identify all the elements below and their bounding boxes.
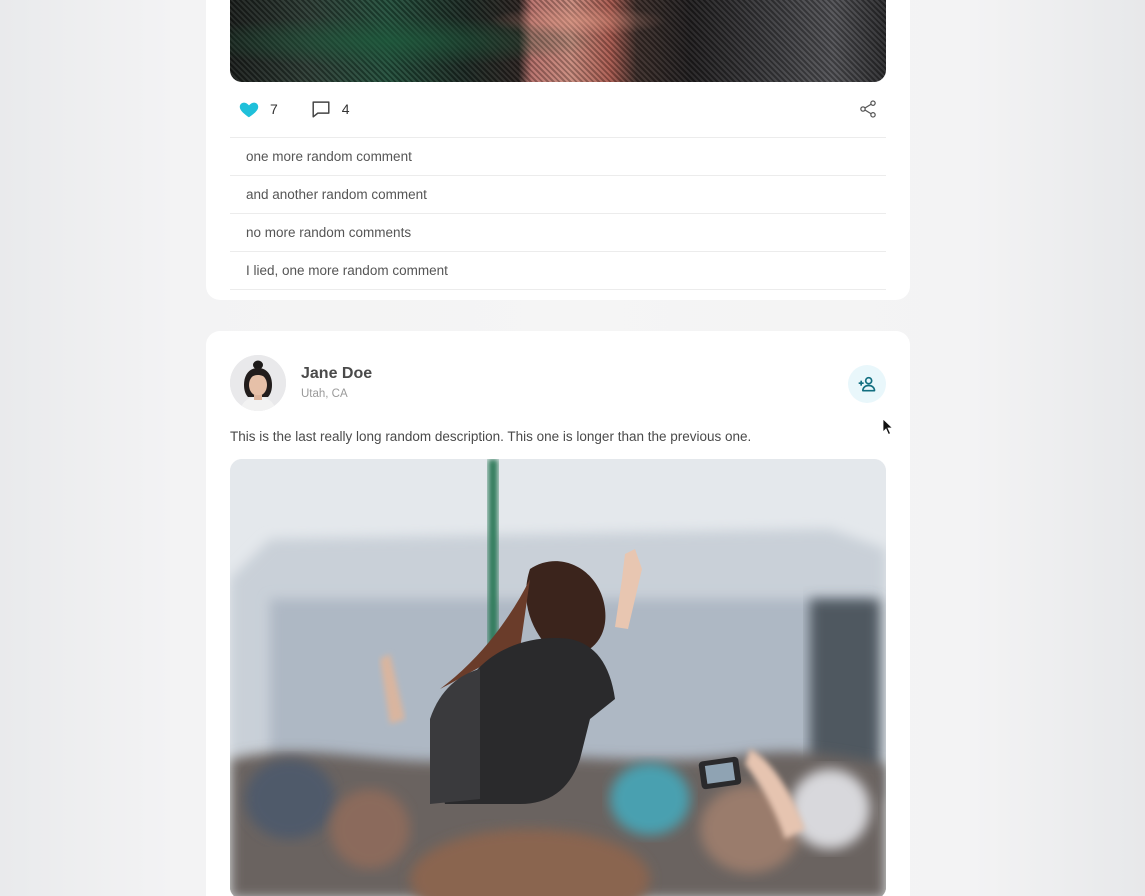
add-friend-button[interactable] [848,365,886,403]
post-card: Jane Doe Utah, CA This is the last reall… [206,331,910,896]
post-photo[interactable] [230,459,886,896]
like-count: 7 [270,101,278,117]
avatar-portrait-icon [230,355,286,411]
comment-list: one more random comment and another rand… [230,137,886,290]
author-name[interactable]: Jane Doe [301,365,372,383]
avatar[interactable] [230,355,286,411]
author-location: Utah, CA [301,388,348,400]
comment-item: no more random comments [230,214,886,252]
comment-item: and another random comment [230,176,886,214]
share-icon[interactable] [858,99,878,119]
add-user-icon [858,376,876,392]
like-action[interactable]: 7 [230,98,278,120]
comment-item: I lied, one more random comment [230,252,886,290]
post-photo[interactable] [230,0,886,82]
cursor-icon [882,418,894,436]
comment-icon[interactable] [310,98,332,120]
heart-icon[interactable] [238,98,260,120]
festival-crowd-photo [230,459,886,896]
post-actions: 7 4 [230,91,886,127]
comment-item: one more random comment [230,138,886,176]
post-description: This is the last really long random desc… [230,429,752,444]
post-card-previous: 7 4 one more random comment and another … [206,0,910,300]
comment-action[interactable]: 4 [302,98,350,120]
comment-count: 4 [341,101,350,117]
